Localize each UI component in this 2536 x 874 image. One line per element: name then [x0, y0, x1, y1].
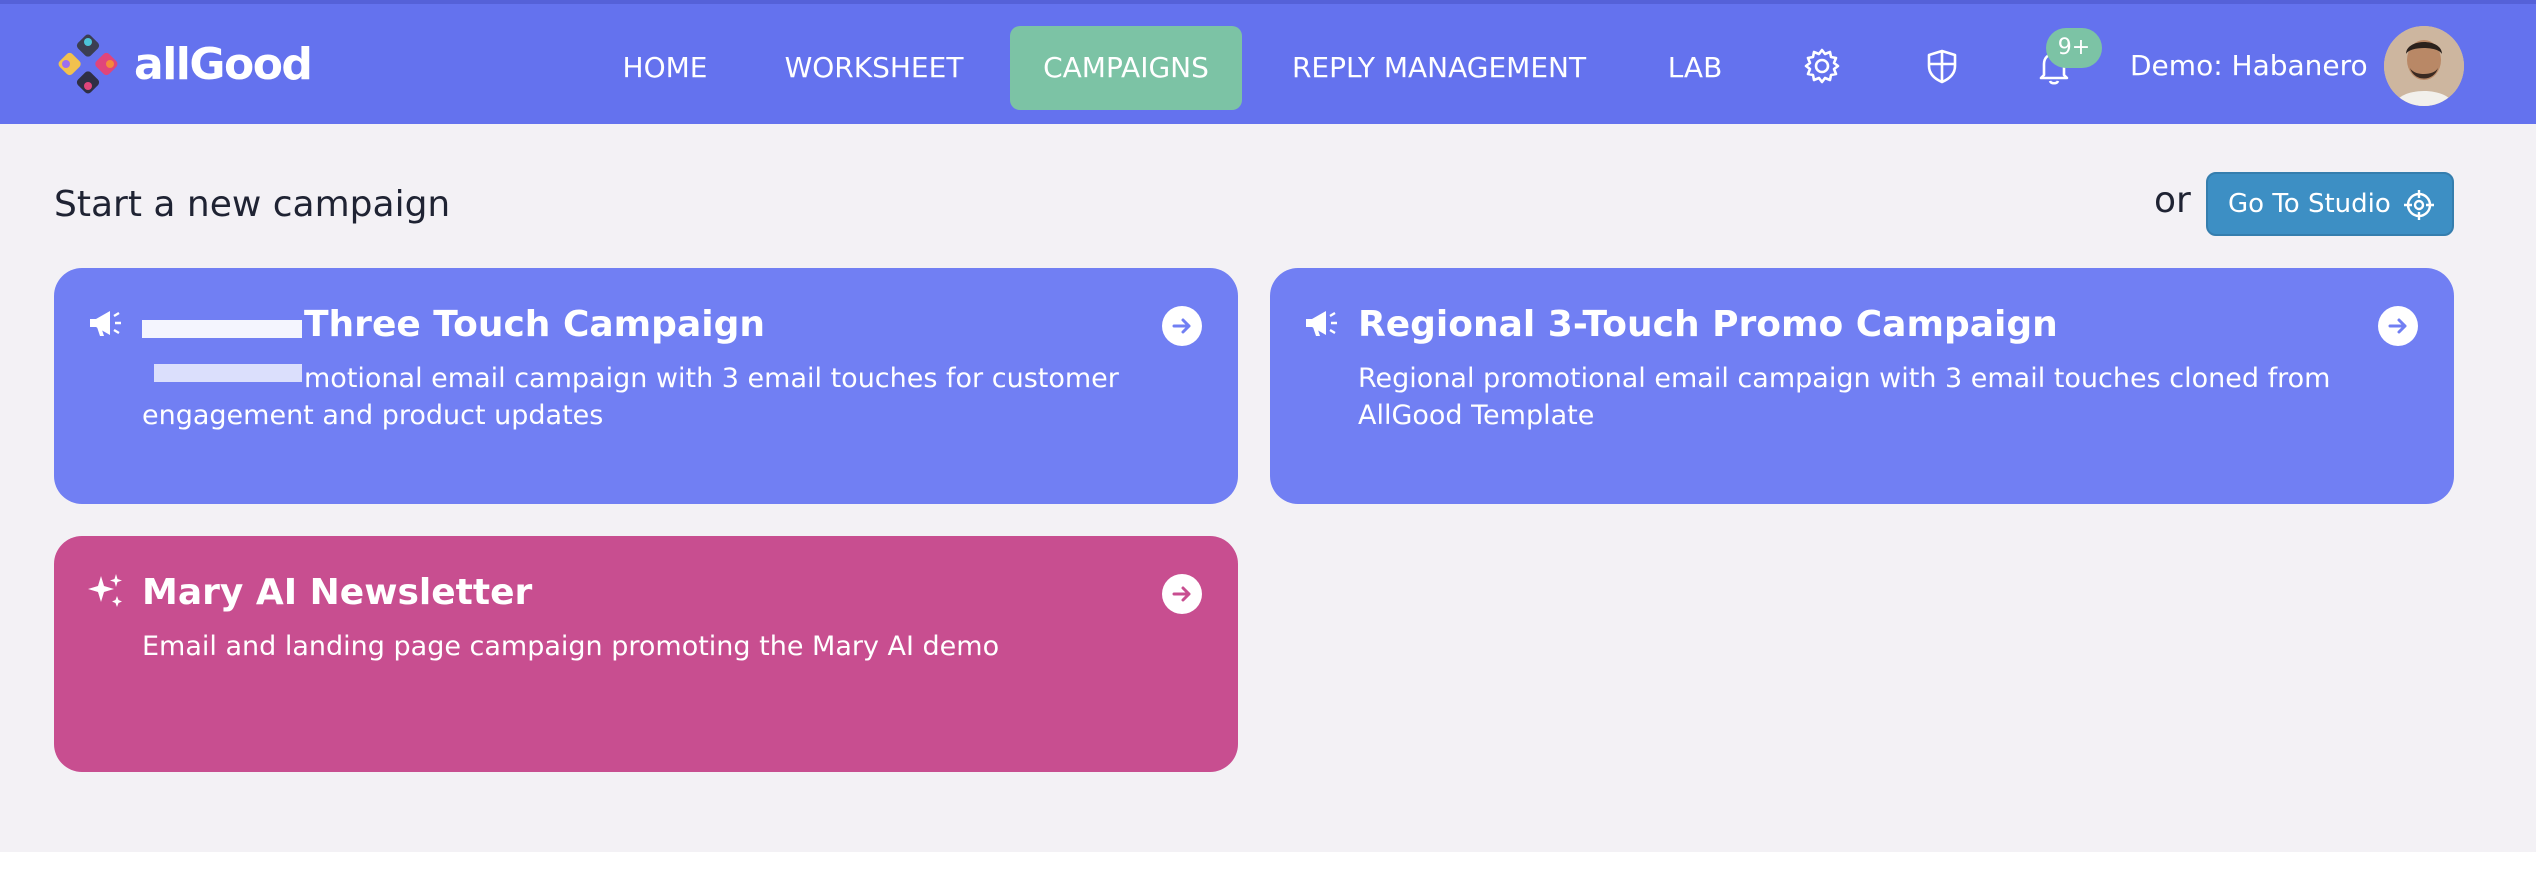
crosshair-icon: [2404, 190, 2434, 220]
allgood-logo-icon: [58, 34, 118, 94]
nav-worksheet[interactable]: WORKSHEET: [768, 26, 980, 110]
top-navigation-bar: allGood HOME WORKSHEET CAMPAIGNS REPLY M…: [0, 0, 2536, 124]
go-to-studio-label: Go To Studio: [2228, 189, 2391, 219]
nav-home[interactable]: HOME: [604, 26, 726, 110]
campaign-card-three-touch[interactable]: Three Touch Campaign motional email camp…: [54, 268, 1238, 504]
sparkles-icon: [88, 574, 122, 607]
avatar[interactable]: [2384, 26, 2464, 106]
app-name: allGood: [134, 38, 313, 90]
notification-badge: 9+: [2046, 28, 2102, 68]
campaign-card-mary-ai-newsletter[interactable]: Mary AI Newsletter Email and landing pag…: [54, 536, 1238, 772]
go-to-studio-button[interactable]: Go To Studio: [2206, 172, 2454, 236]
main-content: Start a new campaign or Go To Studio Thr…: [0, 124, 2536, 852]
logo[interactable]: allGood: [52, 32, 313, 96]
campaign-title: Mary AI Newsletter: [142, 572, 533, 613]
nav-lab[interactable]: LAB: [1640, 26, 1750, 110]
nav-campaigns[interactable]: CAMPAIGNS: [1010, 26, 1242, 110]
nav-reply-management[interactable]: REPLY MANAGEMENT: [1274, 26, 1604, 110]
arrow-right-icon[interactable]: [2378, 306, 2418, 346]
page-title: Start a new campaign: [54, 184, 451, 225]
user-avatar-image: [2384, 26, 2464, 106]
shield-icon[interactable]: [1920, 44, 1964, 88]
campaign-description: Email and landing page campaign promotin…: [142, 631, 1000, 662]
user-label[interactable]: Demo: Habanero: [2130, 44, 2368, 88]
campaign-title: Regional 3-Touch Promo Campaign: [1358, 304, 2058, 345]
megaphone-icon: [1306, 311, 1337, 336]
campaign-description: Regional promotional email campaign with…: [1358, 363, 2331, 431]
megaphone-icon: [90, 311, 121, 336]
campaign-card-regional-promo[interactable]: Regional 3-Touch Promo Campaign Regional…: [1270, 268, 2454, 504]
campaign-title: Three Touch Campaign: [304, 304, 765, 345]
arrow-right-icon[interactable]: [1162, 574, 1202, 614]
arrow-right-icon[interactable]: [1162, 306, 1202, 346]
redacted-region: [142, 320, 302, 338]
or-label: or: [2154, 180, 2191, 221]
gear-icon[interactable]: [1800, 44, 1844, 88]
redacted-region: [154, 364, 302, 382]
